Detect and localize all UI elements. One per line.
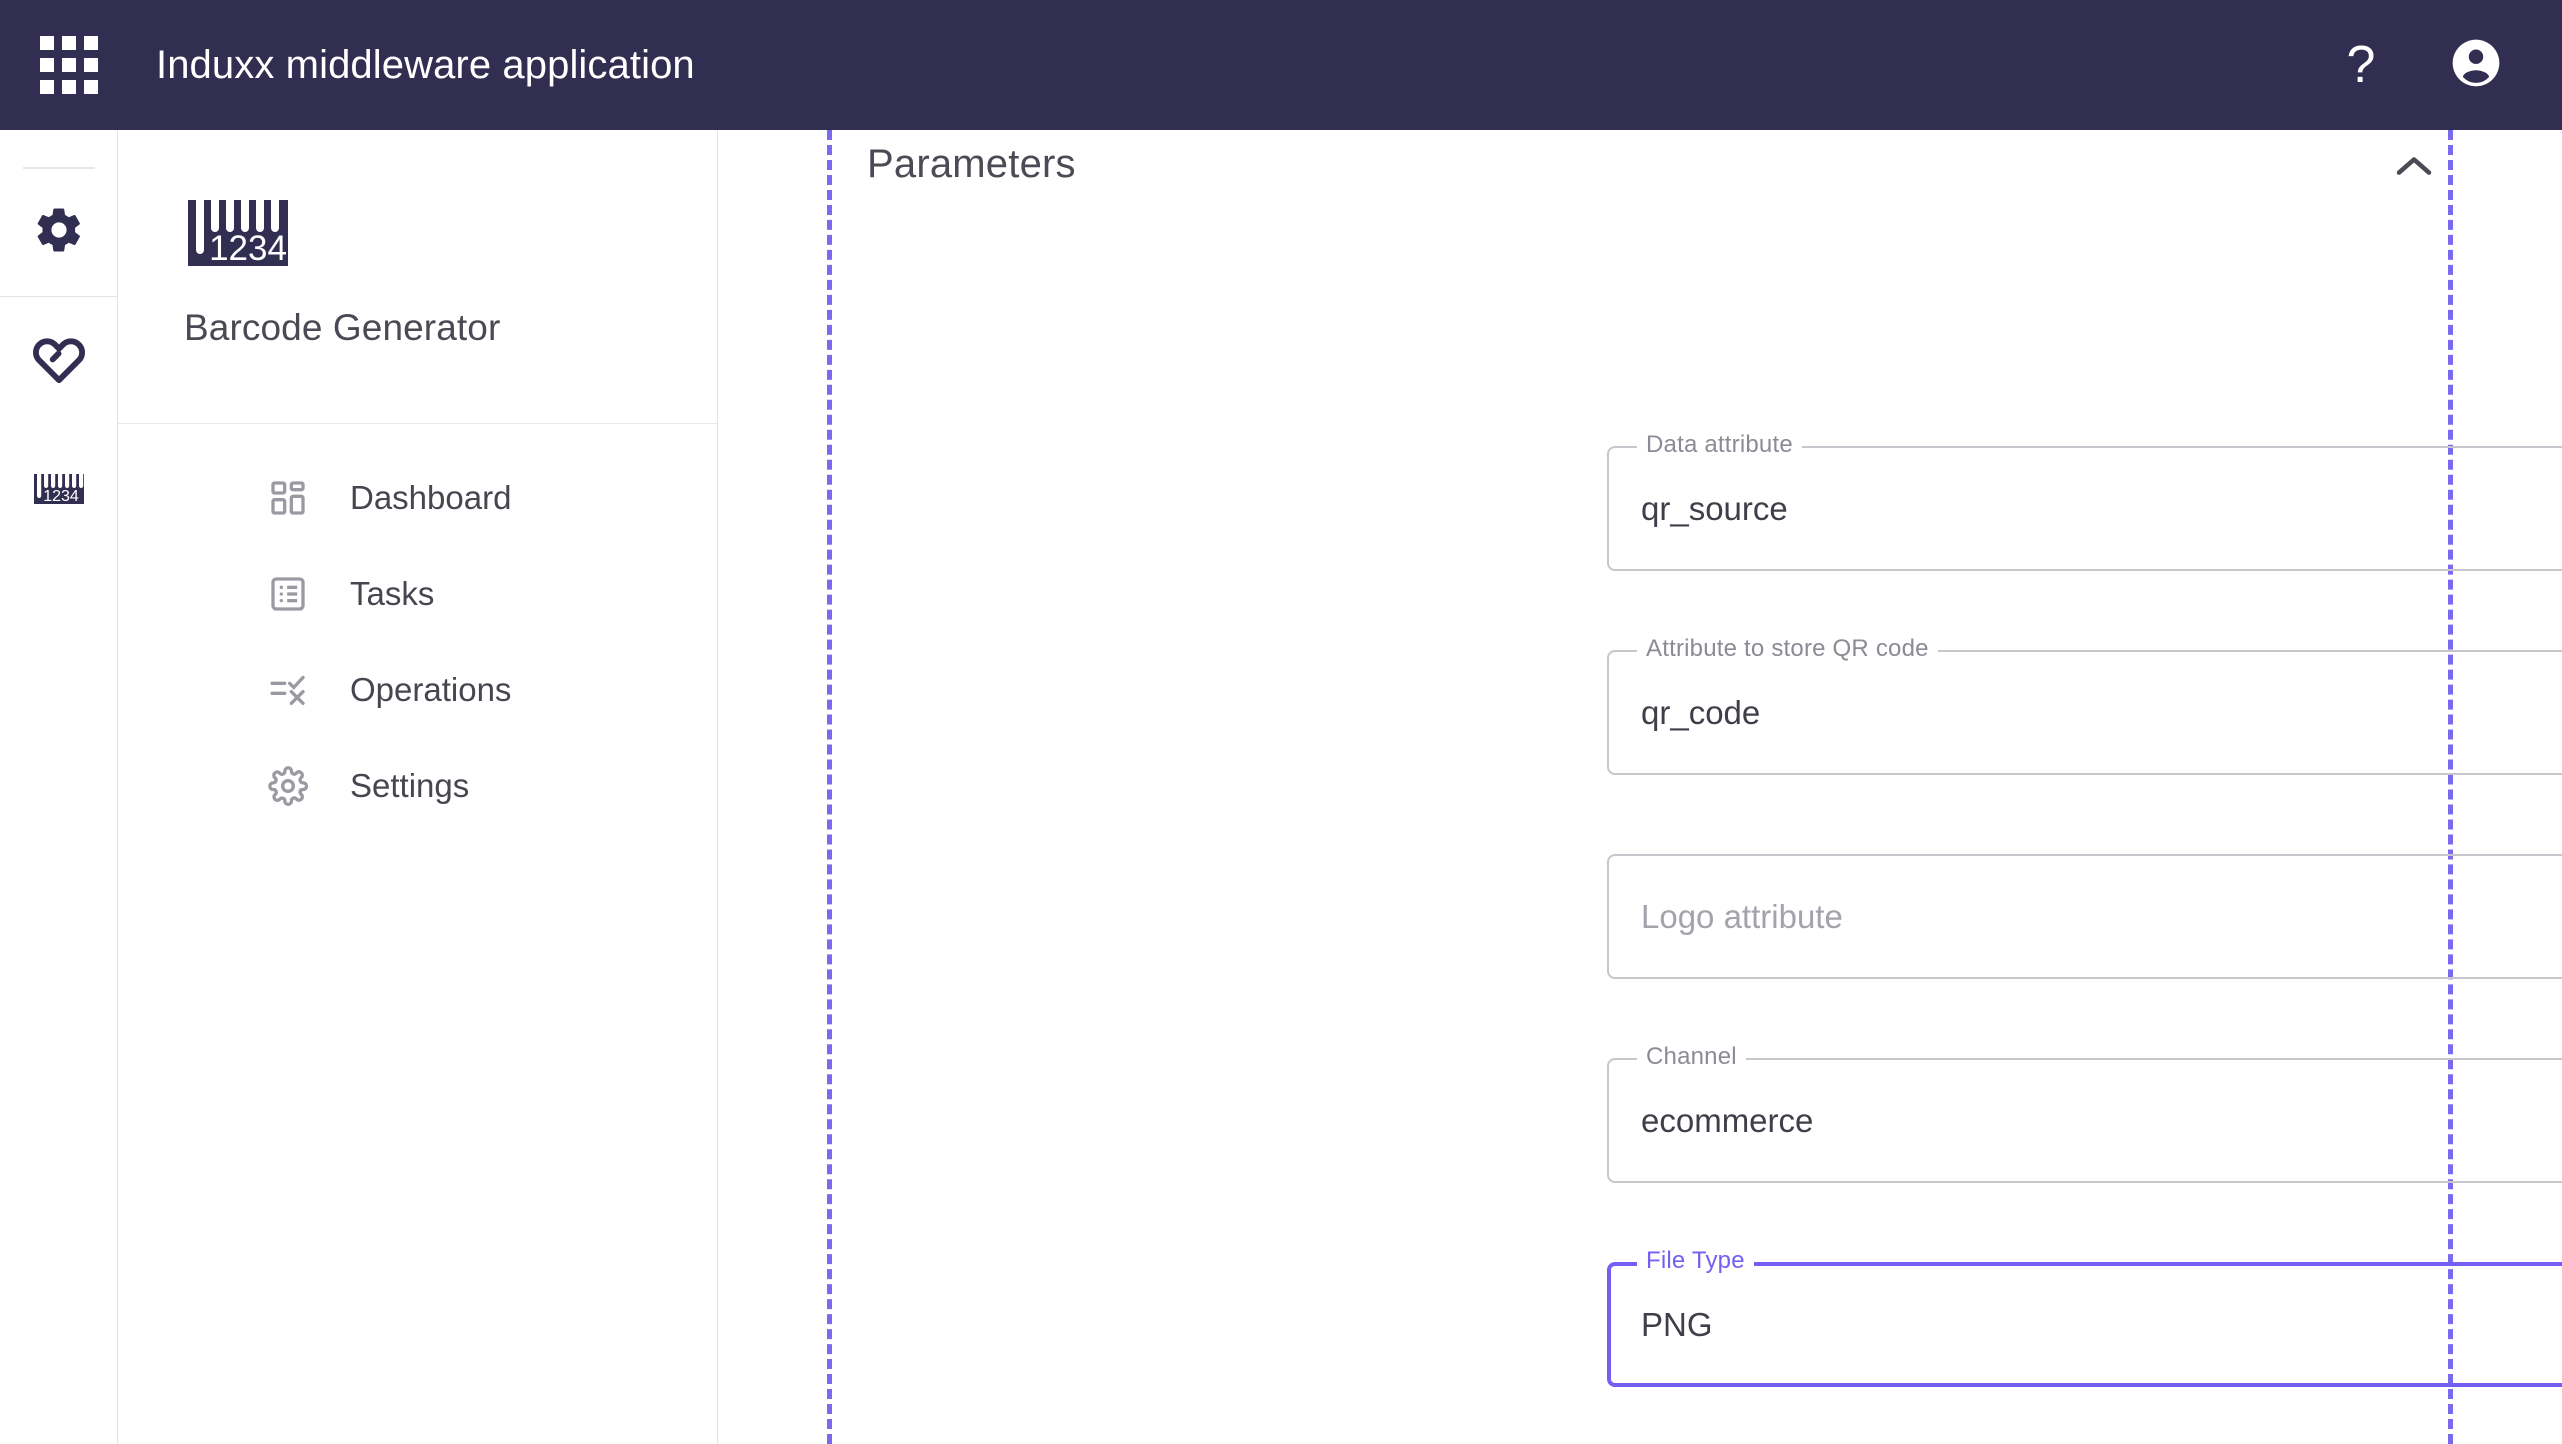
field-value: PNG (1641, 1305, 1713, 1343)
field-outline-focused (1607, 1262, 2562, 1387)
svg-text:1234: 1234 (43, 488, 79, 505)
sidebar-item-settings[interactable]: Settings (118, 738, 717, 834)
field-attribute-to-store-qr-code[interactable]: Attribute to store QR code qr_code (1607, 635, 2562, 775)
page-title: Parameters (867, 142, 1076, 186)
sidebar-item-label: Operations (350, 671, 512, 708)
field-placeholder: Logo attribute (1641, 897, 1843, 935)
logo-text: 1234 (209, 229, 287, 268)
field-data-attribute[interactable]: Data attribute qr_source (1607, 431, 2562, 571)
guide-line-left (827, 130, 832, 1444)
app-title: Induxx middleware application (156, 42, 695, 87)
chevron-up-icon[interactable] (2391, 152, 2437, 187)
parameters-panel-header: Parameters (867, 142, 2437, 238)
field-label: Attribute to store QR code (1637, 635, 1938, 663)
barcode-logo: 1234 (184, 170, 717, 281)
field-label: Data attribute (1637, 431, 1802, 459)
rail-item-settings[interactable] (0, 169, 117, 297)
field-label: Channel (1637, 1043, 1746, 1071)
rail-item-connections[interactable] (0, 297, 117, 425)
sidebar-item-label: Settings (350, 767, 470, 804)
guide-line-right (2448, 130, 2453, 1444)
field-label: File Type (1637, 1247, 1754, 1275)
rail-item-barcode-generator[interactable]: 1234 (0, 425, 117, 553)
sidebar-nav: Dashboard Tasks Operations Settings (118, 424, 717, 834)
field-value: qr_code (1641, 693, 1761, 731)
connections-heart-icon (32, 332, 86, 391)
sidebar-item-label: Dashboard (350, 479, 512, 516)
account-circle-icon[interactable] (2448, 35, 2504, 96)
main-content: Parameters Data attribute qr_source Attr… (719, 130, 2562, 1444)
field-logo-attribute[interactable]: Logo attribute (1607, 854, 2562, 979)
sidebar-item-tasks[interactable]: Tasks (118, 546, 717, 642)
brand-block: 1234 Barcode Generator (118, 130, 717, 424)
dashboard-icon (266, 476, 310, 520)
field-value: ecommerce (1641, 1101, 1814, 1139)
sidebar-item-operations[interactable]: Operations (118, 642, 717, 738)
settings-gear-icon (266, 764, 310, 808)
app-name: Barcode Generator (184, 307, 501, 348)
apps-grid-icon[interactable] (38, 34, 100, 96)
help-icon[interactable]: ? (2332, 39, 2390, 91)
operations-icon (266, 668, 310, 712)
sidebar-item-label: Tasks (350, 575, 435, 612)
sidebar-item-dashboard[interactable]: Dashboard (118, 450, 717, 546)
settings-gear-icon (33, 204, 85, 261)
top-app-bar: Induxx middleware application ? (0, 0, 2562, 130)
field-value: qr_source (1641, 489, 1788, 527)
field-file-type[interactable]: File Type PNG (1607, 1247, 2562, 1387)
top-bar-actions: ? (2332, 35, 2504, 96)
app-sidebar: 1234 Barcode Generator Dashboard Tasks O… (118, 130, 718, 1444)
icon-rail: 1234 (0, 130, 118, 1444)
barcode-app-icon: 1234 (30, 458, 88, 521)
field-channel[interactable]: Channel ecommerce (1607, 1043, 2562, 1183)
tasks-list-icon (266, 572, 310, 616)
